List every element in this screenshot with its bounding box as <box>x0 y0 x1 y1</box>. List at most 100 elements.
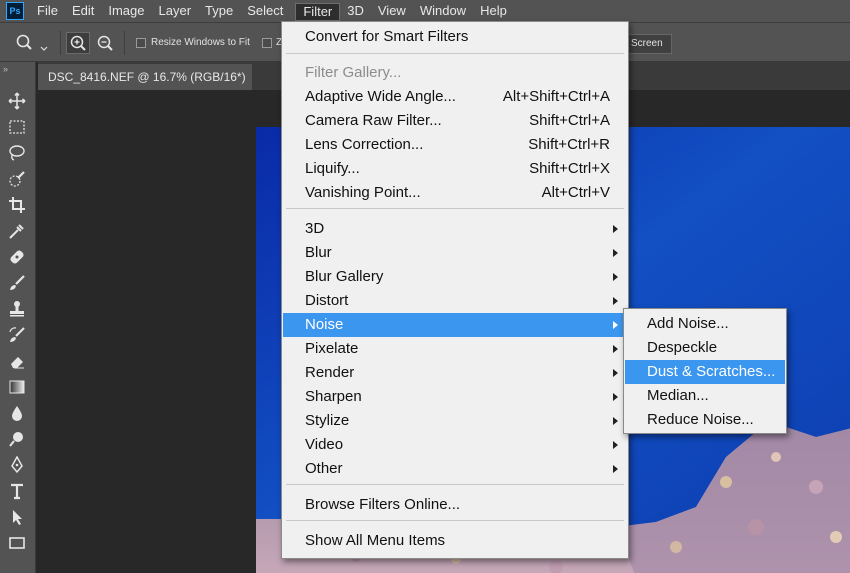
filter-menu-dropdown: Convert for Smart Filters Filter Gallery… <box>281 21 629 559</box>
menu-item-sharpen[interactable]: Sharpen <box>283 385 627 409</box>
lasso-tool-icon[interactable] <box>4 142 30 164</box>
submenu-item-dust-scratches[interactable]: Dust & Scratches... <box>625 360 785 384</box>
fill-screen-button[interactable]: Screen <box>622 34 672 54</box>
menu-item-label: Median... <box>647 387 709 404</box>
tool-preset-chevron-down-icon[interactable] <box>40 40 48 55</box>
menu-item-stylize[interactable]: Stylize <box>283 409 627 433</box>
menu-item-label: Filter Gallery... <box>305 64 402 81</box>
menu-item-distort[interactable]: Distort <box>283 289 627 313</box>
menu-filter[interactable]: Filter <box>295 2 341 21</box>
menu-item-label: Convert for Smart Filters <box>305 28 469 45</box>
submenu-arrow-icon <box>613 369 618 377</box>
menu-item-liquify[interactable]: Liquify... Shift+Ctrl+X <box>283 157 627 181</box>
rectangle-tool-icon[interactable] <box>4 532 30 554</box>
menu-bar: Ps File Edit Image Layer Type Select Fil… <box>0 0 850 22</box>
submenu-arrow-icon <box>613 273 618 281</box>
brush-tool-icon[interactable] <box>4 272 30 294</box>
menu-item-label: Add Noise... <box>647 315 729 332</box>
menu-item-label: Dust & Scratches... <box>647 363 776 380</box>
menu-item-vanishing-point[interactable]: Vanishing Point... Alt+Ctrl+V <box>283 181 627 205</box>
menu-item-label: Reduce Noise... <box>647 411 754 428</box>
menu-item-video[interactable]: Video <box>283 433 627 457</box>
menu-item-convert-smart-filters[interactable]: Convert for Smart Filters <box>283 25 627 49</box>
menu-edit[interactable]: Edit <box>65 0 101 22</box>
gradient-tool-icon[interactable] <box>4 376 30 398</box>
submenu-arrow-icon <box>613 345 618 353</box>
path-selection-icon[interactable] <box>4 506 30 528</box>
menu-separator <box>286 520 624 521</box>
menu-type[interactable]: Type <box>198 0 240 22</box>
quick-selection-tool-icon[interactable] <box>4 168 30 190</box>
menu-item-other[interactable]: Other <box>283 457 627 481</box>
menu-item-blur[interactable]: Blur <box>283 241 627 265</box>
menu-item-show-all-menu-items[interactable]: Show All Menu Items <box>283 529 627 553</box>
submenu-item-median[interactable]: Median... <box>625 384 785 408</box>
menu-separator <box>286 53 624 54</box>
tools-panel: » <box>0 62 36 573</box>
zoom-in-icon[interactable] <box>66 32 90 54</box>
menu-item-pixelate[interactable]: Pixelate <box>283 337 627 361</box>
menu-file[interactable]: File <box>30 0 65 22</box>
crop-tool-icon[interactable] <box>4 194 30 216</box>
menu-item-lens-correction[interactable]: Lens Correction... Shift+Ctrl+R <box>283 133 627 157</box>
menu-item-label: Lens Correction... <box>305 136 424 153</box>
menu-3d[interactable]: 3D <box>340 0 371 22</box>
submenu-arrow-icon <box>613 225 618 233</box>
history-brush-icon[interactable] <box>4 324 30 346</box>
menu-item-camera-raw-filter[interactable]: Camera Raw Filter... Shift+Ctrl+A <box>283 109 627 133</box>
menu-item-browse-filters-online[interactable]: Browse Filters Online... <box>283 493 627 517</box>
menu-help[interactable]: Help <box>473 0 514 22</box>
menu-item-render[interactable]: Render <box>283 361 627 385</box>
submenu-arrow-icon <box>613 297 618 305</box>
menu-item-label: Noise <box>305 316 344 333</box>
menu-select[interactable]: Select <box>240 0 290 22</box>
menu-item-label: Adaptive Wide Angle... <box>305 88 456 105</box>
zoom-out-icon[interactable] <box>94 33 116 56</box>
menu-item-label: Despeckle <box>647 339 718 356</box>
menu-item-label: Vanishing Point... <box>305 184 421 201</box>
submenu-item-add-noise[interactable]: Add Noise... <box>625 312 785 336</box>
move-tool-icon[interactable] <box>4 90 30 112</box>
menu-item-label: Show All Menu Items <box>305 532 446 549</box>
healing-brush-icon[interactable] <box>4 246 30 268</box>
eyedropper-tool-icon[interactable] <box>4 220 30 242</box>
menu-item-label: Liquify... <box>305 160 360 177</box>
pen-tool-icon[interactable] <box>4 454 30 476</box>
menu-separator <box>286 208 624 209</box>
eraser-tool-icon[interactable] <box>4 350 30 372</box>
menu-window[interactable]: Window <box>413 0 473 22</box>
zoom-all-windows-checkbox[interactable] <box>262 38 272 48</box>
menu-item-blur-gallery[interactable]: Blur Gallery <box>283 265 627 289</box>
panel-collapse-icon[interactable]: » <box>3 64 8 74</box>
submenu-item-despeckle[interactable]: Despeckle <box>625 336 785 360</box>
document-tab[interactable]: DSC_8416.NEF @ 16.7% (RGB/16*) <box>38 64 252 90</box>
clone-stamp-icon[interactable] <box>4 298 30 320</box>
menu-item-noise[interactable]: Noise <box>283 313 627 337</box>
menu-view[interactable]: View <box>371 0 413 22</box>
menu-item-label: Sharpen <box>305 388 362 405</box>
menu-item-label: Blur <box>305 244 332 261</box>
zoom-tool-icon[interactable] <box>16 34 36 55</box>
menu-separator <box>286 484 624 485</box>
menu-item-label: Camera Raw Filter... <box>305 112 442 129</box>
type-tool-icon[interactable] <box>4 480 30 502</box>
menu-item-adaptive-wide-angle[interactable]: Adaptive Wide Angle... Alt+Shift+Ctrl+A <box>283 85 627 109</box>
submenu-arrow-icon <box>613 417 618 425</box>
blur-tool-icon[interactable] <box>4 402 30 424</box>
menu-item-shortcut: Shift+Ctrl+A <box>529 112 610 129</box>
submenu-arrow-icon <box>613 321 618 329</box>
menu-image[interactable]: Image <box>101 0 151 22</box>
menu-item-3d[interactable]: 3D <box>283 217 627 241</box>
dodge-tool-icon[interactable] <box>4 428 30 450</box>
noise-submenu: Add Noise... Despeckle Dust & Scratches.… <box>623 308 787 434</box>
menu-item-shortcut: Shift+Ctrl+R <box>528 136 610 153</box>
resize-windows-checkbox[interactable] <box>136 38 146 48</box>
submenu-item-reduce-noise[interactable]: Reduce Noise... <box>625 408 785 432</box>
menu-item-shortcut: Shift+Ctrl+X <box>529 160 610 177</box>
menu-item-label: Blur Gallery <box>305 268 384 285</box>
menu-layer[interactable]: Layer <box>152 0 199 22</box>
menu-item-shortcut: Alt+Ctrl+V <box>541 184 610 201</box>
marquee-tool-icon[interactable] <box>4 116 30 138</box>
submenu-arrow-icon <box>613 249 618 257</box>
submenu-arrow-icon <box>613 465 618 473</box>
